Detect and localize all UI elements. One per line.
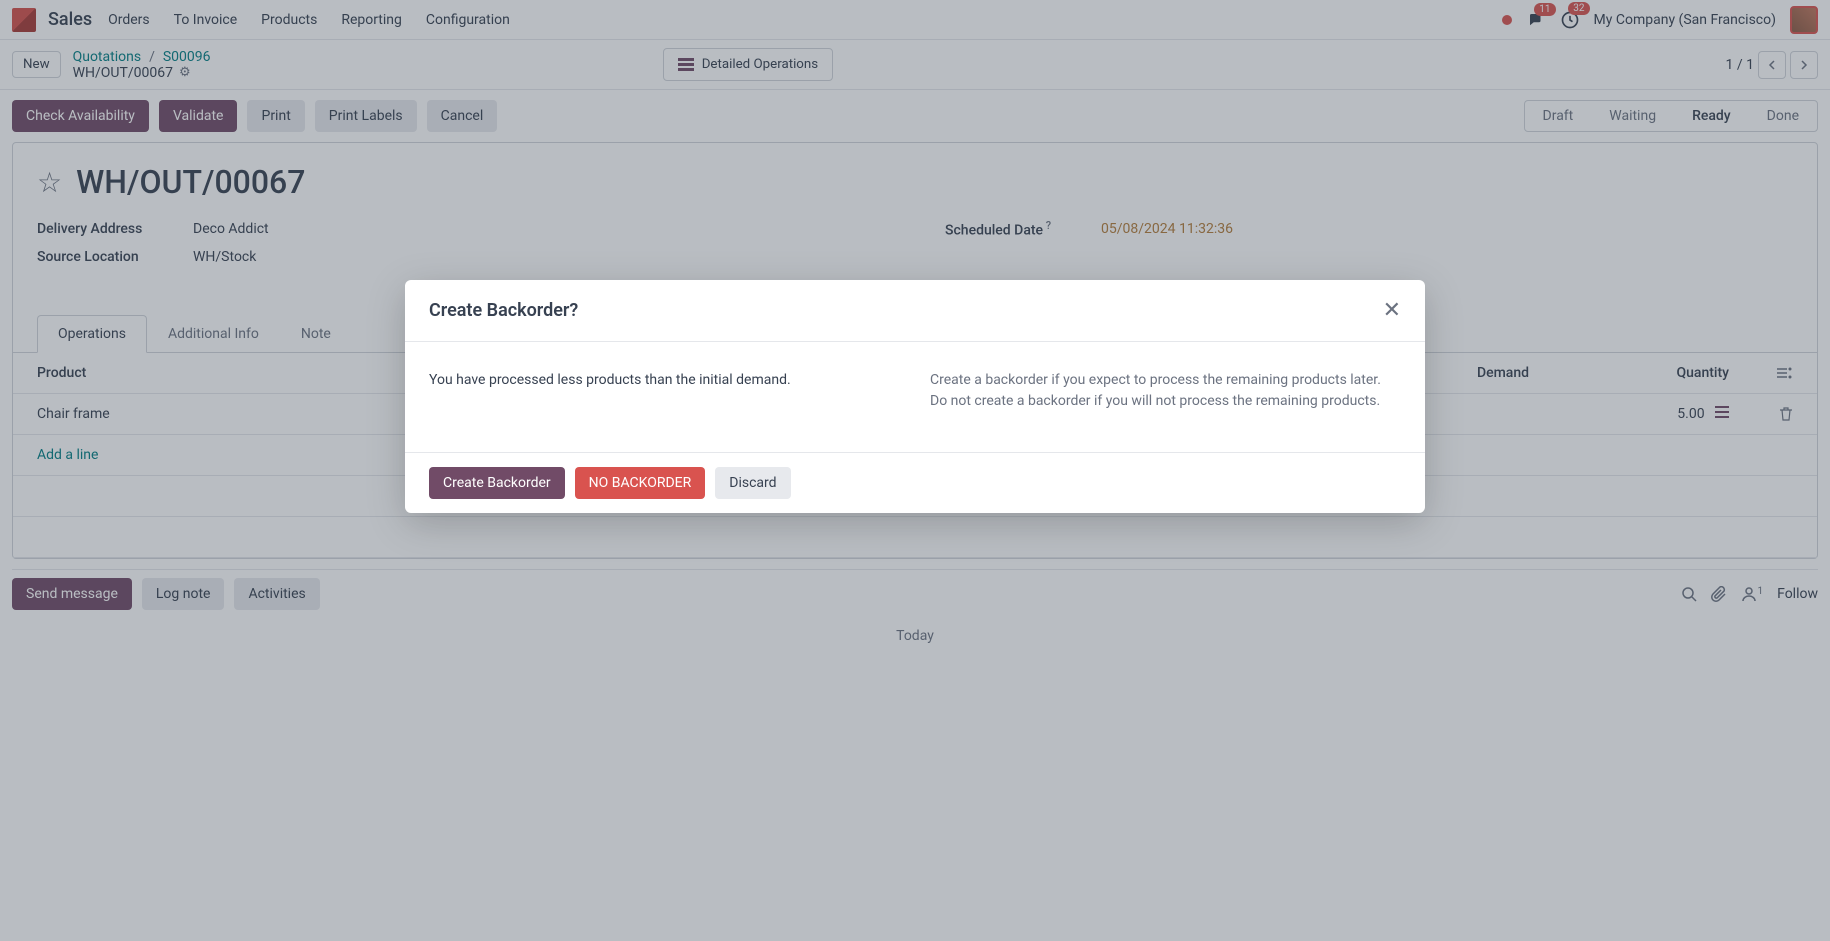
- backorder-modal: Create Backorder? ✕ You have processed l…: [405, 280, 1425, 513]
- modal-overlay[interactable]: Create Backorder? ✕ You have processed l…: [0, 0, 1830, 941]
- modal-text-primary: You have processed less products than th…: [429, 370, 900, 412]
- modal-text-hint: Create a backorder if you expect to proc…: [930, 370, 1401, 412]
- create-backorder-button[interactable]: Create Backorder: [429, 467, 565, 499]
- discard-button[interactable]: Discard: [715, 467, 790, 499]
- no-backorder-button[interactable]: NO BACKORDER: [575, 467, 706, 499]
- modal-title: Create Backorder?: [429, 300, 578, 321]
- close-icon[interactable]: ✕: [1383, 298, 1401, 323]
